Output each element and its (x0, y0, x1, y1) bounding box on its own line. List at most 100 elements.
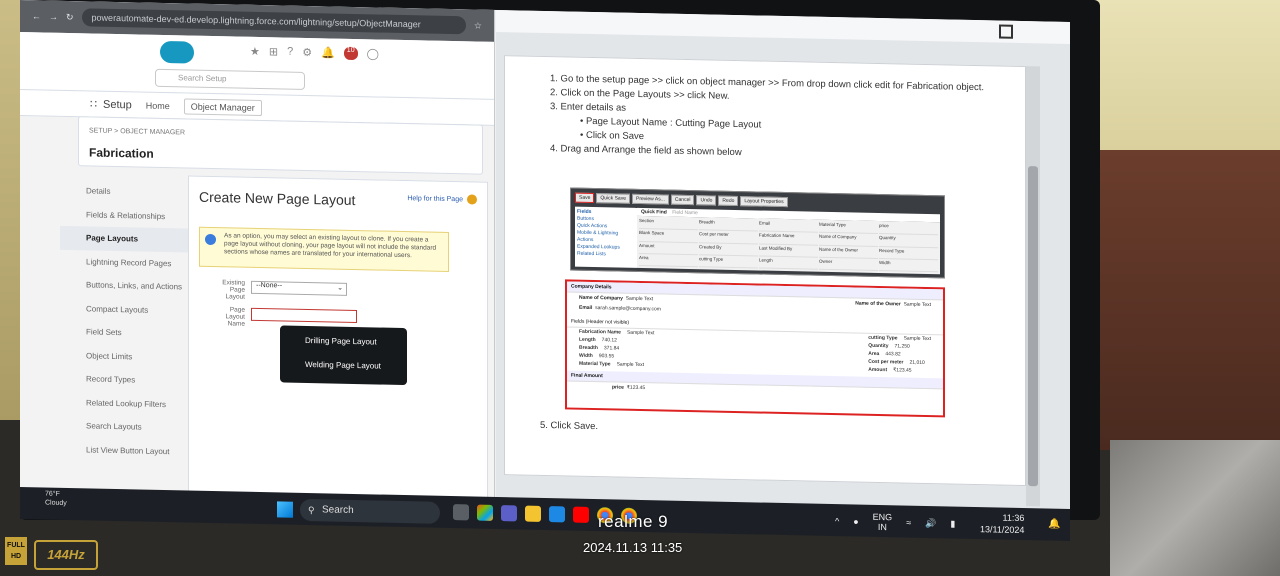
editor-field-item: Last Modified By (759, 244, 818, 258)
bookmark-star-icon[interactable]: ☆ (474, 20, 482, 31)
editor-quick-save: Quick Save (596, 193, 630, 204)
taskbar-search-label: Search (322, 504, 354, 516)
chevron-down-icon: ⌄ (337, 284, 343, 292)
field-value: 443.82 (885, 351, 901, 358)
avatar[interactable]: ◯ (367, 47, 379, 60)
gear-icon[interactable]: ⚙ (302, 46, 312, 59)
layout-preview-screenshot: Company Details Name of Company Sample T… (565, 279, 945, 418)
sidebar-item-page-layouts[interactable]: Page Layouts (60, 225, 200, 253)
help-icon[interactable]: ? (287, 46, 293, 59)
app-launcher[interactable]: ∷ Setup (90, 97, 132, 111)
security-shield-icon[interactable]: ● (853, 516, 858, 526)
preview-field: Name of the Owner Sample Text (855, 300, 931, 308)
preview-right-column: cutting Type Sample Text Quantity 71,250 Are… (868, 334, 931, 375)
help-link[interactable]: Help for this Page (407, 193, 477, 205)
existing-layout-select[interactable]: --None-- ⌄ (251, 280, 347, 296)
wifi-icon[interactable]: ≈ (906, 518, 911, 528)
popup-item-drilling[interactable]: Drilling Page Layout (280, 325, 407, 352)
quickfind-input: Field Name (672, 209, 698, 217)
document-viewer: 1. Go to the setup page >> click on obje… (496, 9, 1070, 527)
copilot-icon[interactable] (477, 504, 493, 521)
breadcrumb[interactable]: SETUP > OBJECT MANAGER (89, 127, 185, 136)
sidebar-item-lightning-pages[interactable]: Lightning Record Pages (60, 249, 200, 275)
favorites-icon[interactable]: ★ (250, 45, 260, 58)
battery-icon[interactable]: ▮ (950, 518, 955, 529)
field-label: Name of the Owner (855, 300, 901, 308)
salesforce-logo[interactable] (160, 40, 194, 64)
sf-global-header: Search Setup ★ ⊞ ? ⚙ 🔔 10 ◯ (20, 32, 494, 100)
field-value: Sample Text (626, 329, 655, 337)
field-label: Fabrication Name (579, 328, 621, 336)
field-value: 903.55 (598, 353, 615, 360)
volume-icon[interactable]: 🔊 (925, 517, 936, 528)
help-question-icon (467, 194, 477, 205)
sidebar-item-details[interactable]: Details (60, 179, 200, 205)
editor-field-item: Name of Company (819, 233, 878, 247)
add-icon[interactable]: ⊞ (269, 45, 278, 58)
taskbar-clock[interactable]: 11:36 13/11/2024 (980, 511, 1024, 536)
notification-bell-icon[interactable]: 🔔 (321, 46, 335, 59)
preview-field: Name of Company Sample Text (579, 295, 653, 303)
sidebar-item-buttons[interactable]: Buttons, Links, and Actions (60, 273, 200, 299)
fullscreen-icon[interactable] (999, 24, 1013, 39)
language-indicator[interactable]: ENG IN (873, 512, 893, 532)
field-label: price (612, 384, 624, 391)
sidebar-item-object-limits[interactable]: Object Limits (60, 343, 200, 369)
editor-field-item: Length (759, 257, 818, 270)
document-scrollbar[interactable] (1026, 66, 1040, 507)
existing-layout-label: Existing Page Layout (222, 279, 245, 301)
editor-palette: Fields Buttons Quick Actions Mobile & Li… (575, 206, 637, 268)
field-label: Material Type (579, 360, 611, 368)
taskbar-search[interactable]: ⚲ Search (300, 498, 440, 524)
sidebar-item-fields[interactable]: Fields & Relationships (60, 202, 200, 228)
clock-date: 13/11/2024 (980, 524, 1025, 536)
chevron-up-icon[interactable]: ^ (835, 516, 839, 526)
reload-icon[interactable]: ↻ (66, 11, 74, 22)
editor-field-item: Cost per meter (699, 231, 758, 244)
preview-field: Material Type Sample Text (579, 360, 654, 370)
preview-field: Email sarah.sample@company.com (579, 305, 661, 313)
task-view-icon[interactable] (453, 504, 469, 521)
editor-field-item: Quantity (879, 235, 938, 248)
store-icon[interactable] (549, 506, 565, 523)
object-sidebar: Details Fields & Relationships Page Layo… (60, 179, 200, 464)
editor-layout-properties: Layout Properties (740, 196, 788, 208)
app-launcher-icon: ∷ (90, 98, 97, 111)
system-tray: ^ ● ENG IN ≈ 🔊 ▮ (835, 511, 955, 534)
youtube-icon[interactable] (573, 506, 589, 523)
sidebar-item-record-types[interactable]: Record Types (60, 367, 200, 393)
nav-object-manager[interactable]: Object Manager (183, 97, 262, 116)
nav-home[interactable]: Home (146, 100, 170, 111)
forward-icon[interactable]: → (49, 12, 58, 22)
scrollbar-thumb[interactable] (1028, 166, 1038, 487)
editor-field-item: Fabrication Name (759, 232, 818, 246)
sidebar-item-list-view-buttons[interactable]: List View Button Layout (60, 437, 200, 463)
sidebar-item-lookup-filters[interactable]: Related Lookup Filters (60, 390, 200, 416)
field-label: Width (579, 352, 593, 359)
sidebar-item-compact-layouts[interactable]: Compact Layouts (60, 296, 200, 322)
object-title: Fabrication (89, 145, 154, 161)
windows-start-icon[interactable] (277, 501, 293, 518)
back-icon[interactable]: ← (32, 11, 41, 21)
field-value: ₹123.45 (626, 384, 646, 392)
file-explorer-icon[interactable] (525, 505, 541, 522)
editor-field-item: Breadth (699, 219, 758, 232)
editor-redo: Redo (718, 195, 739, 207)
weather-widget[interactable]: 76°F Cloudy (45, 490, 67, 508)
existing-layout-value: --None-- (256, 281, 283, 290)
setup-search-input[interactable]: Search Setup (155, 68, 305, 90)
sidebar-item-search-layouts[interactable]: Search Layouts (60, 414, 200, 440)
header-icons: ★ ⊞ ? ⚙ 🔔 10 ◯ (250, 45, 379, 61)
popup-item-welding[interactable]: Welding Page Layout (280, 349, 407, 376)
field-label: Quantity (868, 342, 889, 350)
full-hd-sticker: FULL HD (5, 537, 27, 565)
notification-bell-icon[interactable]: 🔔 (1048, 519, 1060, 530)
field-label: Cost per meter (868, 358, 904, 366)
sidebar-item-field-sets[interactable]: Field Sets (60, 320, 200, 346)
palette-item: Mobile & Lightning Actions (577, 229, 619, 244)
layout-name-input[interactable] (251, 307, 357, 324)
address-bar[interactable]: powerautomate-dev-ed.develop.lightning.f… (81, 8, 466, 35)
instruction-steps: 1. Go to the setup page >> click on obje… (550, 73, 984, 166)
teams-icon[interactable] (501, 505, 517, 522)
field-label: cutting Type (868, 334, 898, 342)
